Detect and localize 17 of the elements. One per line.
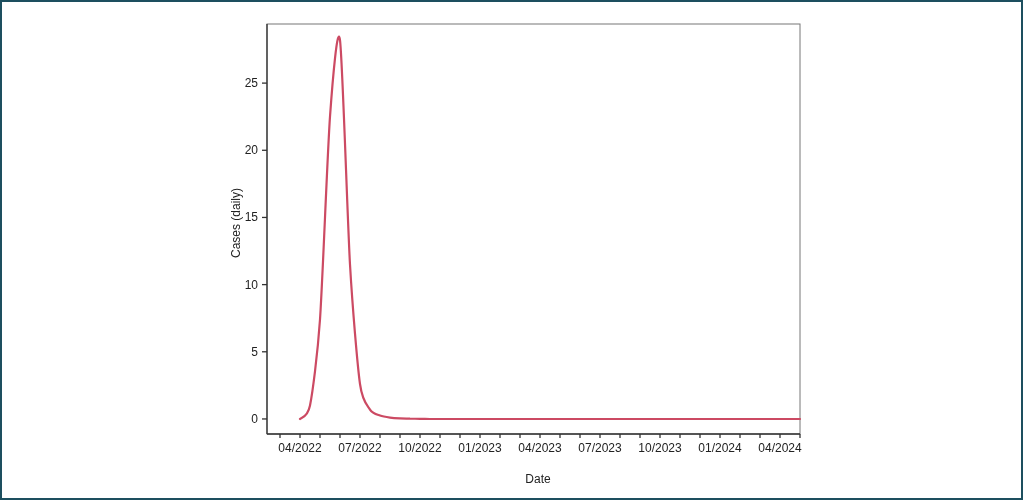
- x-tick-label: 10/2022: [398, 441, 442, 455]
- x-tick-label: 10/2023: [638, 441, 682, 455]
- y-tick-label: 5: [251, 344, 258, 359]
- y-tick-label: 15: [244, 210, 258, 225]
- y-tick-label: 20: [244, 143, 258, 158]
- x-tick-label: 07/2023: [578, 441, 622, 455]
- y-tick-label: 0: [251, 411, 258, 426]
- y-axis-title: Cases (daily): [229, 188, 243, 258]
- x-tick-label: 01/2023: [458, 441, 502, 455]
- x-tick-label: 04/2024: [758, 441, 802, 455]
- y-tick-label: 25: [244, 76, 258, 91]
- x-axis-title: Date: [525, 472, 551, 486]
- x-tick-label: 07/2022: [338, 441, 382, 455]
- y-tick-label: 10: [244, 277, 258, 292]
- x-tick-label: 01/2024: [698, 441, 742, 455]
- x-tick-label: 04/2023: [518, 441, 562, 455]
- x-tick-label: 04/2022: [278, 441, 322, 455]
